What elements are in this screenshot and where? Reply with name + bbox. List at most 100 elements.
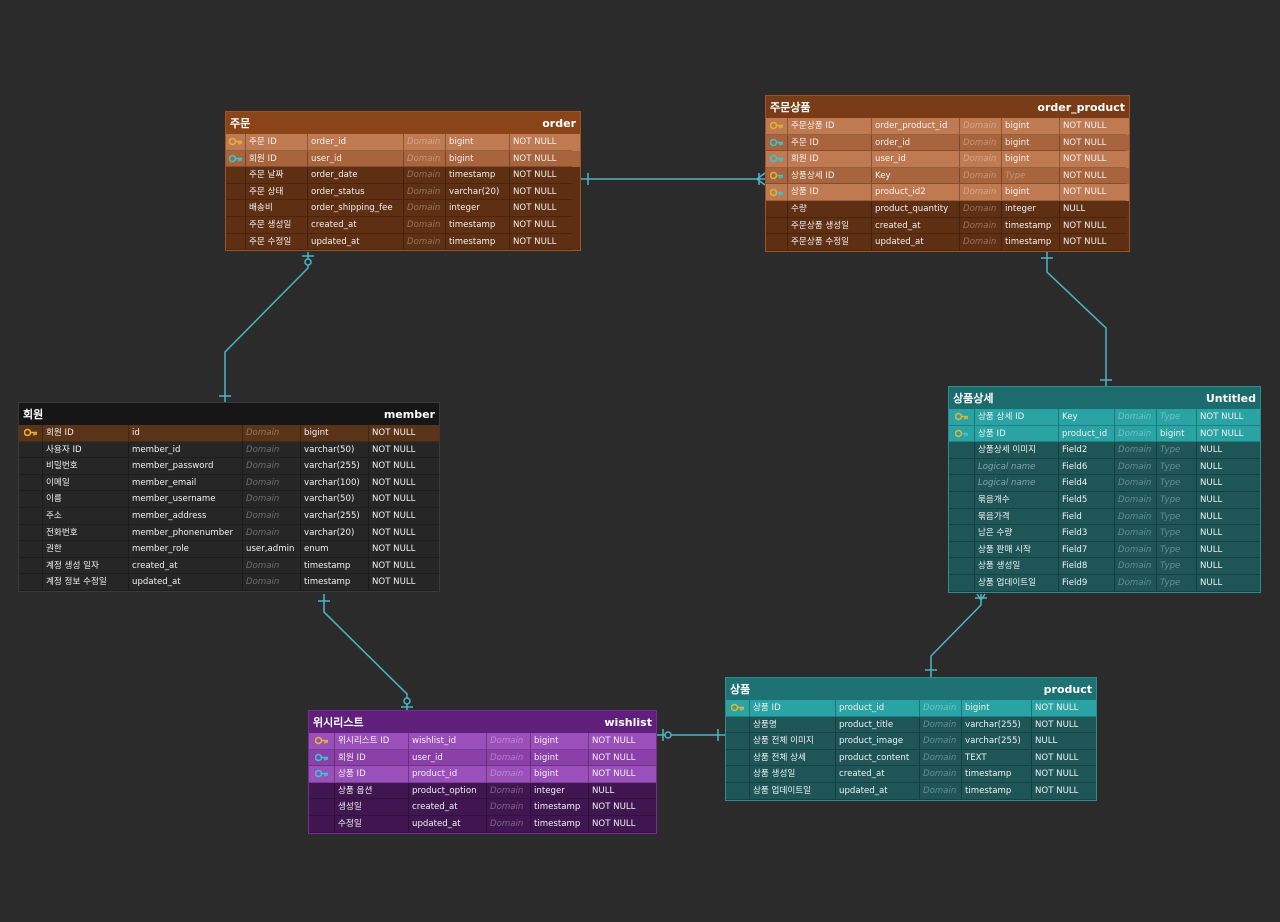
column-physical-name: order_status	[308, 183, 404, 201]
table-header[interactable]: 주문상품 order_product	[766, 96, 1129, 118]
table-row[interactable]: 상품 전체 이미지 product_image Domain varchar(255)…	[726, 733, 1096, 750]
table-row[interactable]: 상품 생성일 created_at Domain timestamp NOT NULL	[726, 766, 1096, 783]
table-row[interactable]: 수량 product_quantity Domain integer NULL	[766, 200, 1129, 218]
column-domain: Domain	[243, 458, 301, 475]
table-row[interactable]: 생성일 created_at Domain timestamp NOT NULL	[309, 799, 656, 816]
table-row[interactable]: 수정일 updated_at Domain timestamp NOT NULL	[309, 815, 656, 833]
table-header[interactable]: 위시리스트 wishlist	[309, 711, 656, 733]
table-row[interactable]: 상품 업데이트일 updated_at Domain timestamp NOT NUL…	[726, 782, 1096, 800]
table-wishlist[interactable]: 위시리스트 wishlist 위시리스트 ID wishlist_id Domain bi…	[308, 710, 657, 834]
table-header[interactable]: 회원 member	[19, 403, 439, 425]
table-row[interactable]: 주문 상태 order_status Domain varchar(20) NOT NU…	[226, 183, 580, 201]
table-row[interactable]: 전화번호 member_phonenumber Domain varchar(20) N…	[19, 524, 439, 542]
table-row[interactable]: 회원 ID id Domain bigint NOT NULL	[19, 425, 439, 442]
column-nullable: NULL	[1197, 509, 1260, 526]
table-row[interactable]: 상품 업데이트일 Field9 Domain Type NULL	[949, 574, 1260, 592]
column-nullable: NOT NULL	[1032, 783, 1096, 800]
column-logical-name: 묶음개수	[975, 491, 1059, 509]
table-row[interactable]: 이메일 member_email Domain varchar(100) NOT NUL…	[19, 474, 439, 492]
relation-member-wishlist[interactable]	[318, 594, 413, 710]
column-physical-name: order_id	[308, 134, 404, 151]
column-logical-name: 상품 판매 시작	[975, 541, 1059, 559]
table-row[interactable]: 계정 생성 일자 created_at Domain timestamp NOT NUL…	[19, 557, 439, 575]
relation-order-order-product[interactable]	[581, 172, 766, 186]
column-type: bigint	[962, 700, 1032, 717]
table-row[interactable]: 주소 member_address Domain varchar(255) NOT NU…	[19, 507, 439, 525]
primary-foreign-key-icon	[766, 167, 788, 185]
row-marker	[949, 442, 975, 459]
table-row[interactable]: 회원 ID user_id Domain bigint NOT NULL	[226, 150, 580, 168]
table-row[interactable]: 주문 생성일 created_at Domain timestamp NOT NULL	[226, 216, 580, 234]
column-domain: Domain	[487, 749, 531, 767]
table-row[interactable]: 권한 member_role user,admin enum NOT NULL	[19, 541, 439, 558]
table-logical-name: 상품상세	[953, 392, 994, 405]
table-product-detail[interactable]: 상품상세 Untitled 상품 상세 ID Key Domain Type NOT NUL…	[948, 386, 1261, 593]
column-type: varchar(255)	[962, 733, 1032, 750]
column-domain: Domain	[487, 815, 531, 833]
column-type: varchar(255)	[301, 458, 369, 475]
table-row[interactable]: 상품상세 ID Key Domain Type NOT NULL	[766, 167, 1129, 185]
table-row[interactable]: 남은 수량 Field3 Domain Type NULL	[949, 525, 1260, 542]
table-order-product[interactable]: 주문상품 order_product 주문상품 ID order_product_id…	[765, 95, 1130, 252]
column-physical-name: Field6	[1059, 458, 1115, 476]
table-row[interactable]: 주문 수정일 updated_at Domain timestamp NOT NULL	[226, 233, 580, 251]
row-marker	[226, 233, 246, 251]
table-header[interactable]: 주문 order	[226, 112, 580, 134]
column-logical-name: 회원 ID	[246, 150, 308, 168]
table-row[interactable]: 사용자 ID member_id Domain varchar(50) NOT NULL	[19, 441, 439, 459]
table-row[interactable]: 주문 날짜 order_date Domain timestamp NOT NULL	[226, 167, 580, 184]
table-row[interactable]: 상품 판매 시작 Field7 Domain Type NULL	[949, 541, 1260, 559]
relation-product-detail-order-product[interactable]	[1041, 252, 1112, 386]
table-physical-name: order_product	[1037, 100, 1125, 114]
row-marker	[949, 525, 975, 542]
table-row[interactable]: 배송비 order_shipping_fee Domain integer NOT NU…	[226, 200, 580, 217]
relation-product-product-detail[interactable]	[925, 593, 987, 677]
column-domain: Domain	[243, 425, 301, 442]
relation-member-order[interactable]	[219, 252, 314, 402]
table-row[interactable]: 주문상품 수정일 updated_at Domain timestamp NOT NUL…	[766, 234, 1129, 251]
table-row[interactable]: 비밀번호 member_password Domain varchar(255) NOT…	[19, 458, 439, 475]
table-row[interactable]: 회원 ID user_id Domain bigint NOT NULL	[766, 151, 1129, 168]
column-logical-name: 상품 전체 이미지	[750, 733, 836, 750]
table-row[interactable]: 주문상품 생성일 created_at Domain timestamp NOT NUL…	[766, 217, 1129, 235]
column-domain: Domain	[243, 507, 301, 525]
column-physical-name: Field7	[1059, 541, 1115, 559]
column-logical-name: 주문 ID	[788, 134, 872, 152]
table-header[interactable]: 상품 product	[726, 678, 1096, 700]
table-row[interactable]: 회원 ID user_id Domain bigint NOT NULL	[309, 749, 656, 767]
row-marker	[766, 234, 788, 251]
table-row[interactable]: 묶음가격 Field Domain Type NULL	[949, 508, 1260, 526]
table-row[interactable]: 상품 생성일 Field8 Domain Type NULL	[949, 558, 1260, 575]
table-row[interactable]: 상품 ID product_id Domain bigint NOT NULL	[726, 700, 1096, 717]
table-row[interactable]: 상품명 product_title Domain varchar(255) NOT NU…	[726, 716, 1096, 734]
table-row[interactable]: 상품 ID product_id Domain bigint NOT NULL	[309, 766, 656, 783]
table-row[interactable]: 주문 ID order_id Domain bigint NOT NULL	[766, 134, 1129, 152]
column-logical-name: 위시리스트 ID	[335, 733, 409, 750]
column-logical-name: 계정 정보 수정일	[43, 574, 129, 591]
table-row[interactable]: 상품 상세 ID Key Domain Type NOT NULL	[949, 409, 1260, 426]
table-row[interactable]: 상품 전체 상세 product_content Domain TEXT NOT NUL…	[726, 749, 1096, 767]
table-row[interactable]: 주문 ID order_id Domain bigint NOT NULL	[226, 134, 580, 151]
table-row[interactable]: Logical name Field6 Domain Type NULL	[949, 458, 1260, 476]
table-member[interactable]: 회원 member 회원 ID id Domain bigint NOT NULL 사용자 I…	[18, 402, 440, 592]
table-row[interactable]: 이름 member_username Domain varchar(50) NOT NU…	[19, 491, 439, 508]
column-type: varchar(255)	[962, 716, 1032, 734]
table-row[interactable]: 묶음개수 Field5 Domain Type NULL	[949, 491, 1260, 509]
table-row[interactable]: 상품 ID product_id Domain bigint NOT NULL	[949, 425, 1260, 443]
table-header[interactable]: 상품상세 Untitled	[949, 387, 1260, 409]
column-logical-name: 상품 ID	[750, 700, 836, 717]
table-product[interactable]: 상품 product 상품 ID product_id Domain bigint NOT …	[725, 677, 1097, 801]
table-row[interactable]: Logical name Field4 Domain Type NULL	[949, 475, 1260, 492]
column-logical-name: Logical name	[975, 458, 1059, 476]
table-row[interactable]: 상품 옵션 product_option Domain integer NULL	[309, 782, 656, 800]
row-marker	[309, 782, 335, 800]
table-logical-name: 주문	[230, 117, 251, 130]
table-row[interactable]: 주문상품 ID order_product_id Domain bigint NOT N…	[766, 118, 1129, 135]
table-row[interactable]: 위시리스트 ID wishlist_id Domain bigint NOT NULL	[309, 733, 656, 750]
table-row[interactable]: 상품상세 이미지 Field2 Domain Type NULL	[949, 442, 1260, 459]
relation-product-wishlist[interactable]	[657, 729, 725, 741]
column-physical-name: product_id2	[872, 184, 960, 201]
table-row[interactable]: 상품 ID product_id2 Domain bigint NOT NULL	[766, 184, 1129, 201]
table-order[interactable]: 주문 order 주문 ID order_id Domain bigint NOT NULL…	[225, 111, 581, 252]
table-row[interactable]: 계정 정보 수정일 updated_at Domain timestamp NOT NU…	[19, 574, 439, 591]
